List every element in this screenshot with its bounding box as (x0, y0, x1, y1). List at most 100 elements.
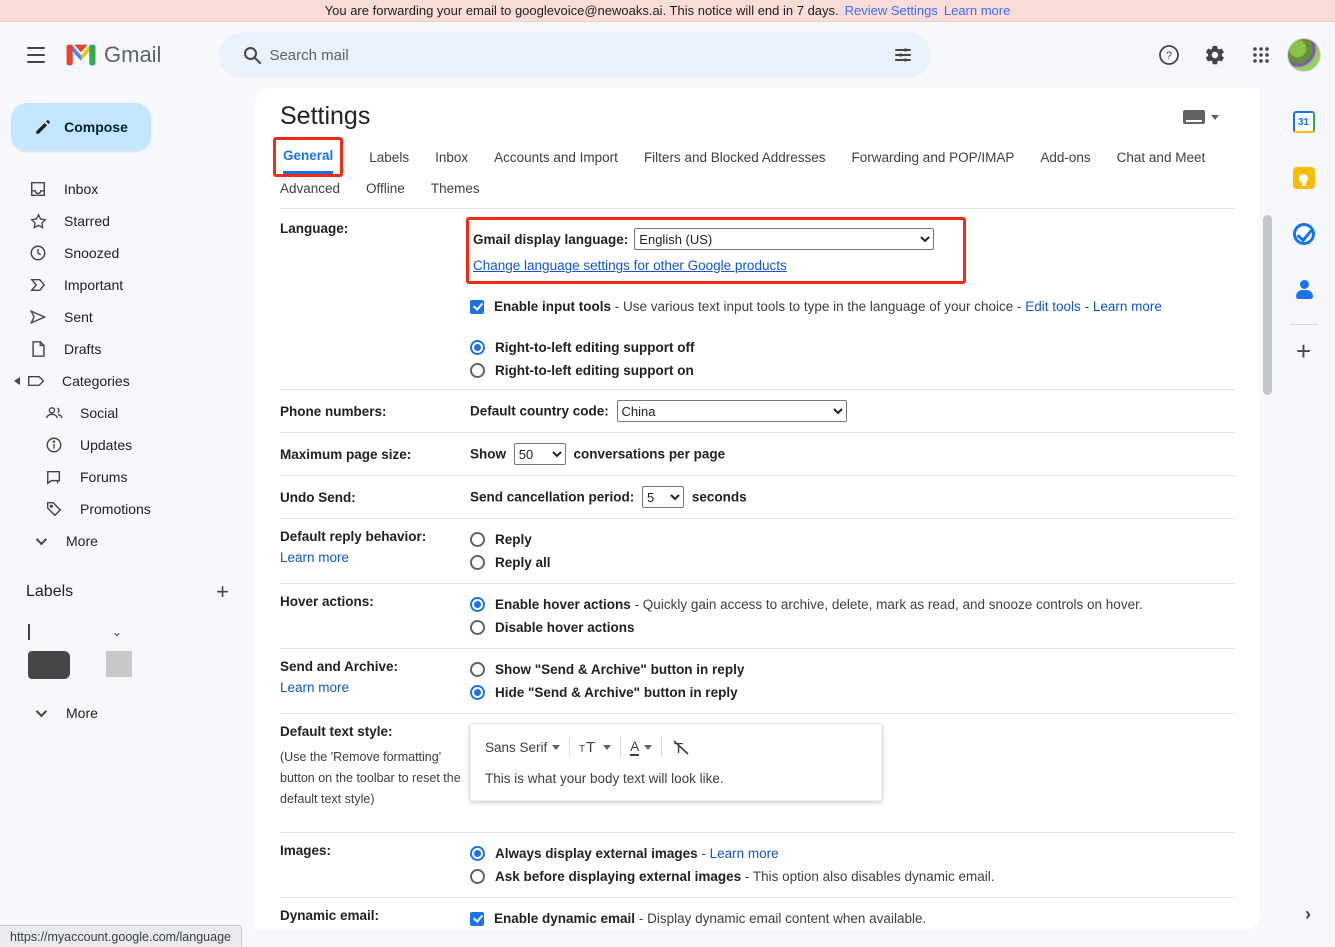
label-list: ⌄ (28, 623, 255, 679)
keep-icon[interactable] (1284, 158, 1324, 198)
gmail-logo[interactable]: Gmail (66, 42, 161, 68)
ask-before-display-images-radio[interactable] (470, 869, 485, 884)
tab-offline[interactable]: Offline (366, 181, 405, 196)
remove-formatting-icon[interactable]: T (671, 739, 691, 756)
search-options-icon[interactable] (883, 35, 923, 75)
dynamic-email-learn-more-link[interactable]: Learn more (280, 929, 349, 930)
clock-icon (28, 244, 48, 262)
font-family-dropdown[interactable]: Sans Serif (485, 740, 560, 755)
sidebar-item-important[interactable]: Important (0, 269, 255, 301)
input-method-selector[interactable] (1183, 110, 1219, 124)
sidebar-item-promotions[interactable]: Promotions (0, 493, 255, 525)
tab-forwarding-and-pop-imap[interactable]: Forwarding and POP/IMAP (852, 150, 1015, 177)
sidebar-item-forums[interactable]: Forums (0, 461, 255, 493)
tab-themes[interactable]: Themes (431, 181, 480, 196)
svg-text:T: T (586, 739, 595, 755)
enable-input-tools-checkbox[interactable] (470, 300, 484, 314)
tab-inbox[interactable]: Inbox (435, 150, 468, 177)
sidebar-item-social[interactable]: Social (0, 397, 255, 429)
review-settings-link[interactable]: Review Settings (845, 3, 938, 18)
font-size-dropdown[interactable]: TT (579, 739, 611, 755)
tab-add-ons[interactable]: Add-ons (1040, 150, 1090, 177)
help-icon[interactable]: ? (1149, 35, 1189, 75)
calendar-icon[interactable]: 31 (1284, 102, 1324, 142)
show-send-archive-radio[interactable] (470, 662, 485, 677)
disable-hover-actions-radio[interactable] (470, 620, 485, 635)
display-language-select[interactable]: English (US) (634, 228, 934, 250)
important-marker-icon (28, 277, 48, 293)
row-default-reply: Default reply behavior: Learn more Reply… (280, 519, 1235, 584)
search-icon[interactable] (235, 38, 269, 72)
hide-send-archive-radio[interactable] (470, 685, 485, 700)
tab-filters-and-blocked-addresses[interactable]: Filters and Blocked Addresses (644, 150, 826, 177)
pencil-icon (34, 118, 52, 136)
reply-radio[interactable] (470, 532, 485, 547)
reply-learn-more-link[interactable]: Learn more (280, 550, 349, 565)
text-size-icon: TT (579, 739, 598, 755)
user-avatar[interactable] (1287, 38, 1321, 72)
forwarding-notice-text: You are forwarding your email to googlev… (325, 3, 839, 18)
collapse-arrow-icon[interactable] (14, 377, 20, 385)
enable-dynamic-email-checkbox[interactable] (470, 912, 484, 926)
change-language-link[interactable]: Change language settings for other Googl… (473, 258, 787, 273)
reply-all-radio[interactable] (470, 555, 485, 570)
search-input[interactable] (269, 47, 883, 64)
send-icon (28, 309, 48, 325)
text-color-icon: A (630, 739, 639, 756)
page-size-select[interactable]: 50 (514, 443, 566, 465)
text-color-dropdown[interactable]: A (630, 739, 652, 756)
tab-accounts-and-import[interactable]: Accounts and Import (494, 150, 618, 177)
images-learn-more-link[interactable]: Learn more (710, 846, 779, 861)
people-icon (44, 406, 64, 420)
dropdown-arrow-icon (644, 745, 652, 750)
search-bar[interactable] (219, 32, 931, 78)
settings-gear-icon[interactable] (1195, 35, 1235, 75)
label-arrow-artifact: ⌄ (112, 625, 122, 639)
apps-grid-icon[interactable] (1241, 35, 1281, 75)
sidebar-item-more[interactable]: More (0, 525, 255, 557)
header-actions: ? (1149, 35, 1321, 75)
row-language: Language: Gmail display language: Englis… (280, 209, 1235, 390)
row-dynamic-email: Dynamic email: Learn more Enable dynamic… (280, 898, 1235, 930)
row-images: Images: Always display external images -… (280, 833, 1235, 898)
hide-side-panel-icon[interactable]: › (1305, 904, 1311, 925)
cancellation-period-select[interactable]: 5 (642, 486, 684, 508)
sidebar-item-categories[interactable]: Categories (0, 365, 255, 397)
banner-learn-more-link[interactable]: Learn more (944, 3, 1010, 18)
sidebar-item-starred[interactable]: Starred (0, 205, 255, 237)
tab-advanced[interactable]: Advanced (280, 181, 340, 196)
label-cursor-artifact (28, 624, 30, 640)
contacts-icon[interactable] (1284, 270, 1324, 310)
compose-button[interactable]: Compose (11, 103, 151, 151)
display-language-label: Gmail display language: (473, 232, 628, 247)
dropdown-arrow-icon (603, 745, 611, 750)
tasks-icon[interactable] (1284, 214, 1324, 254)
sidebar-item-snoozed[interactable]: Snoozed (0, 237, 255, 269)
main-menu-button[interactable] (12, 31, 60, 79)
rtl-off-radio[interactable] (470, 340, 485, 355)
label-swatch-light[interactable] (106, 651, 132, 677)
keyboard-icon (1183, 110, 1205, 124)
add-addon-plus-icon[interactable]: + (1284, 331, 1324, 371)
labels-more[interactable]: More (0, 697, 255, 729)
tab-labels[interactable]: Labels (369, 150, 409, 177)
language-row-label: Language: (280, 221, 348, 236)
sidebar-item-sent[interactable]: Sent (0, 301, 255, 333)
star-icon (28, 212, 48, 231)
send-archive-learn-more-link[interactable]: Learn more (280, 680, 349, 695)
main-scrollbar-thumb[interactable] (1263, 215, 1272, 395)
edit-tools-link[interactable]: Edit tools (1025, 299, 1081, 314)
tab-chat-and-meet[interactable]: Chat and Meet (1117, 150, 1206, 177)
sidebar-item-drafts[interactable]: Drafts (0, 333, 255, 365)
input-tools-learn-more-link[interactable]: Learn more (1093, 299, 1162, 314)
gmail-header: Gmail ? (0, 22, 1335, 88)
always-display-images-radio[interactable] (470, 846, 485, 861)
create-label-plus-icon[interactable]: + (216, 579, 229, 605)
country-code-select[interactable]: China (617, 400, 847, 422)
enable-hover-actions-radio[interactable] (470, 597, 485, 612)
label-swatch-dark[interactable] (28, 651, 70, 679)
sidebar-item-inbox[interactable]: Inbox (0, 173, 255, 205)
sidebar-item-updates[interactable]: Updates (0, 429, 255, 461)
tab-general[interactable]: General (283, 148, 333, 174)
rtl-on-radio[interactable] (470, 363, 485, 378)
